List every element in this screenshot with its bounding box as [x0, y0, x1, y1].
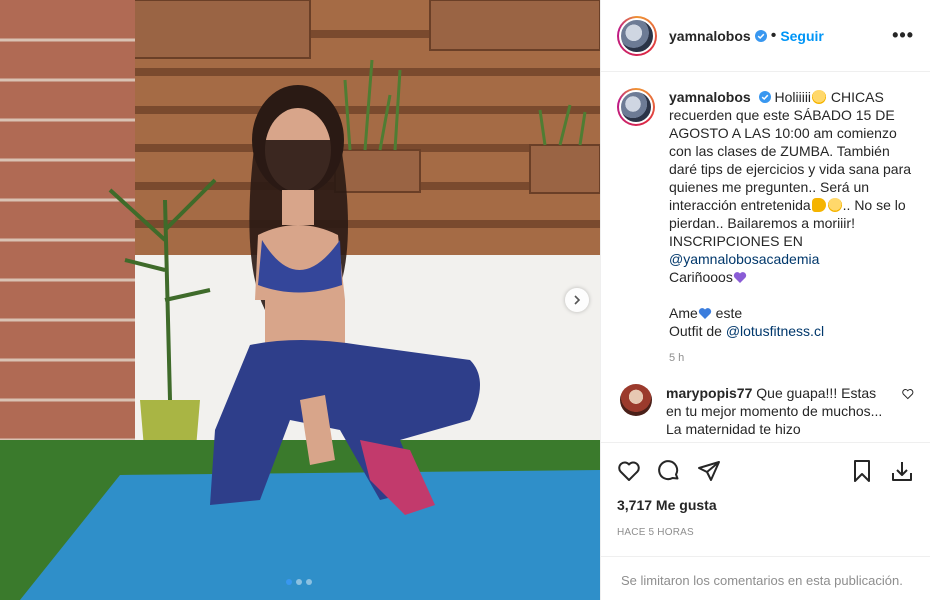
caption-line5a: Ame: [669, 305, 698, 321]
download-icon[interactable]: [890, 459, 914, 483]
flexed-biceps-emoji-icon: [811, 198, 826, 212]
comment-item: marypopis77 Que guapa!!! Estas en tu mej…: [617, 384, 914, 438]
heart-icon[interactable]: [617, 459, 641, 483]
post-modal: yamnalobos • Seguir ••• yamnalobos Holii…: [0, 0, 930, 600]
carousel-dots: [286, 579, 312, 585]
comments-area: yamnalobos Holiiiii CHICAS recuerden que…: [601, 72, 930, 442]
carousel-dot-2: [296, 579, 302, 585]
mention-lotusfitness[interactable]: @lotusfitness.cl: [726, 323, 824, 339]
comment-username[interactable]: marypopis77: [666, 385, 752, 401]
avatar[interactable]: [617, 15, 657, 56]
caption-avatar[interactable]: [617, 88, 655, 126]
likes-count[interactable]: 3,717 Me gusta: [617, 497, 914, 513]
chevron-right-icon: [574, 295, 581, 305]
caption-line1b: CHICAS recuerden que este SÁBADO 15 DE A…: [669, 89, 912, 213]
caption-line1: Holiiiii: [770, 89, 812, 105]
mention-academia[interactable]: @yamnalobosacademia: [669, 251, 819, 267]
save-icon[interactable]: [850, 459, 874, 483]
comment-avatar[interactable]: [620, 384, 652, 416]
hug-emoji-icon: [812, 90, 827, 104]
carousel-next-button[interactable]: [565, 288, 589, 312]
caption-username[interactable]: yamnalobos: [669, 89, 751, 105]
carousel-dot-3: [306, 579, 312, 585]
share-icon[interactable]: [697, 459, 721, 483]
caption-line5b: este: [711, 305, 743, 321]
post-sidebar: yamnalobos • Seguir ••• yamnalobos Holii…: [600, 0, 930, 600]
post-timestamp[interactable]: HACE 5 HORAS: [617, 527, 914, 538]
separator-dot: •: [770, 26, 777, 44]
comment-icon[interactable]: [657, 459, 681, 483]
blue-heart-icon: [698, 308, 711, 319]
caption-line6: Outfit de: [669, 323, 726, 339]
carousel-dot-1: [286, 579, 292, 585]
caption-line3: INSCRIPCIONES EN: [669, 233, 803, 249]
caption-time[interactable]: 5 h: [669, 352, 914, 364]
action-icons: [617, 451, 914, 491]
verified-icon: [758, 91, 771, 103]
comment-like-icon[interactable]: [902, 388, 914, 400]
caption: yamnalobos Holiiiii CHICAS recuerden que…: [617, 88, 914, 340]
post-username[interactable]: yamnalobos: [669, 28, 751, 44]
comment-text: marypopis77 Que guapa!!! Estas en tu mej…: [666, 384, 894, 438]
post-actions: 3,717 Me gusta HACE 5 HORAS Se limitaron…: [601, 442, 930, 600]
caption-text: yamnalobos Holiiiii CHICAS recuerden que…: [669, 88, 914, 340]
comments-disabled-notice: Se limitaron los comentarios en esta pub…: [601, 556, 930, 588]
photo-scene: [0, 0, 600, 600]
smile-emoji-icon: [827, 198, 842, 212]
verified-icon: [754, 29, 767, 42]
more-icon[interactable]: •••: [892, 25, 914, 46]
caption-line4: Cariñooos: [669, 269, 733, 285]
purple-heart-icon: [733, 272, 746, 283]
follow-button[interactable]: Seguir: [780, 28, 824, 44]
post-photo[interactable]: [0, 0, 600, 600]
post-header: yamnalobos • Seguir •••: [601, 0, 930, 72]
action-icons-right: [834, 459, 914, 483]
